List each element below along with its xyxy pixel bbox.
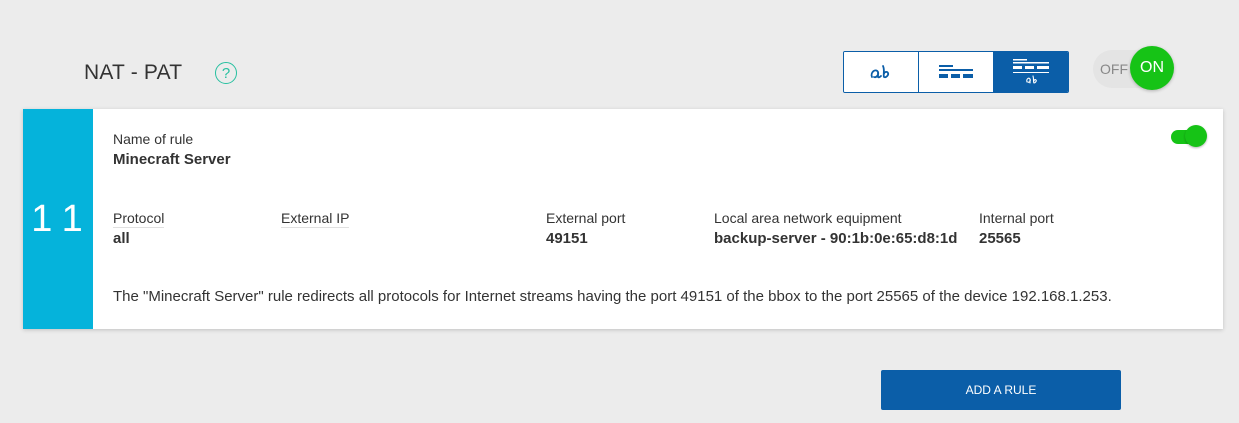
external-port-value: 49151	[546, 230, 588, 247]
lan-equipment-value: backup-server - 90:1b:0e:65:d8:1d	[714, 230, 958, 247]
handwriting-ab-icon	[870, 65, 890, 79]
toggle-on-knob: ON	[1130, 46, 1174, 90]
view-mode-switch	[843, 51, 1069, 93]
toggle-off-label: OFF	[1100, 61, 1128, 77]
rule-description: The "Minecraft Server" rule redirects al…	[113, 288, 1112, 305]
view-list-button[interactable]	[919, 52, 994, 92]
rule-name-value: Minecraft Server	[113, 151, 231, 168]
external-port-label: External port	[546, 210, 626, 226]
lines-icon	[939, 65, 973, 78]
protocol-label: Protocol	[113, 210, 165, 228]
protocol-value: all	[113, 230, 130, 247]
rule-toggle-knob	[1185, 125, 1207, 147]
rule-enable-toggle[interactable]	[1171, 125, 1207, 149]
add-rule-button[interactable]: ADD A RULE	[881, 370, 1121, 410]
view-text-button[interactable]	[844, 52, 919, 92]
internal-port-value: 25565	[979, 230, 1021, 247]
lines-with-ab-icon	[1013, 59, 1049, 84]
rule-name-label: Name of rule	[113, 131, 194, 147]
lan-equipment-label: Local area network equipment	[714, 210, 902, 226]
external-ip-label: External IP	[281, 210, 350, 228]
page-title: NAT - PAT	[84, 61, 183, 84]
rule-index: 11	[23, 109, 93, 329]
rule-card: 11 Name of rule Minecraft Server Protoco…	[23, 109, 1223, 329]
internal-port-label: Internal port	[979, 210, 1054, 226]
help-icon[interactable]: ?	[215, 62, 237, 84]
view-detailed-button[interactable]	[994, 52, 1068, 92]
nat-pat-master-toggle[interactable]: OFF ON	[1093, 46, 1174, 90]
